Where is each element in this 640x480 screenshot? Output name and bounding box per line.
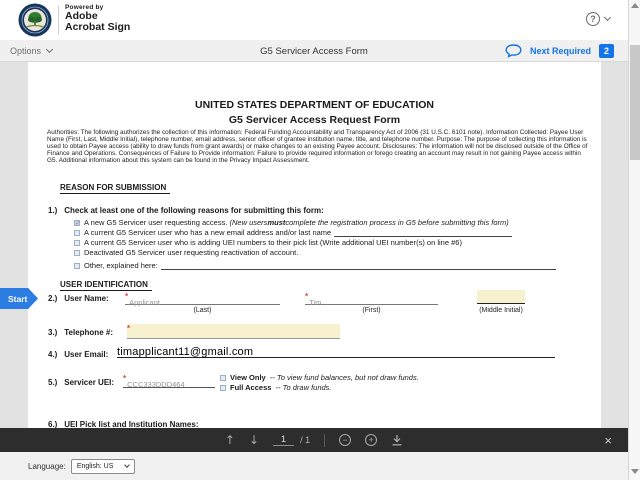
telephone-row-label: 3.) Telephone #: xyxy=(48,328,113,337)
reason-option-reactivation: Deactivated G5 Servicer user requesting … xyxy=(74,248,579,257)
checkbox-view-only[interactable] xyxy=(220,375,226,381)
reason-option-other: Other, explained here: xyxy=(74,261,556,270)
zoom-in-icon[interactable]: + xyxy=(365,434,378,446)
brand-divider xyxy=(58,5,59,35)
last-name-field[interactable]: *Applicant xyxy=(125,292,280,307)
first-caption: (First) xyxy=(362,307,381,314)
reason-option-new-user: A new G5 Servicer user requesting access… xyxy=(74,218,579,227)
chevron-down-icon xyxy=(603,13,612,22)
brand-acrobat-sign: Acrobat Sign xyxy=(65,21,131,33)
username-row-label: 2.) User Name: xyxy=(48,294,109,303)
language-select[interactable]: English: US xyxy=(70,458,135,474)
email-value: timapplicant11@gmail.com xyxy=(117,346,254,358)
last-name-blank-line[interactable] xyxy=(334,230,513,237)
scroll-up-arrow[interactable] xyxy=(631,3,639,11)
options-menu-button[interactable]: Options xyxy=(10,40,54,62)
next-required-button[interactable]: Next Required xyxy=(530,46,591,56)
checkbox-reactivation[interactable] xyxy=(74,250,80,256)
page-down-button[interactable]: ↓ xyxy=(249,433,259,447)
telephone-field[interactable]: * xyxy=(127,324,340,339)
required-count-badge: 2 xyxy=(599,44,614,58)
brand-text: Powered by Adobe Acrobat Sign xyxy=(65,4,130,33)
page-indicator: 1 / 1 xyxy=(273,434,310,446)
zoom-out-icon[interactable]: − xyxy=(339,434,352,446)
checkbox-other[interactable] xyxy=(74,263,80,269)
language-selected-value: English: US xyxy=(76,462,114,470)
pdf-toolbar: ↑ ↓ 1 / 1 − + × xyxy=(0,428,628,452)
page-total: / 1 xyxy=(300,435,311,445)
toolbar-separator xyxy=(324,433,326,447)
email-field[interactable]: timapplicant11@gmail.com xyxy=(117,342,555,358)
middle-initial-caption: (Middle Initial) xyxy=(479,307,523,314)
reason-section-heading: REASON FOR SUBMISSION xyxy=(60,183,171,194)
sign-toolbar: G5 Servicer Access Form Options Next Req… xyxy=(0,40,628,62)
scrollbar[interactable] xyxy=(628,0,640,480)
first-name-field[interactable]: *Tim xyxy=(305,292,438,307)
scroll-down-arrow[interactable] xyxy=(631,469,639,477)
authorities-paragraph: Authorities: The following authorizes th… xyxy=(47,129,588,164)
page-number-input[interactable]: 1 xyxy=(273,434,295,446)
close-icon[interactable]: × xyxy=(604,428,612,452)
checkbox-add-uei[interactable] xyxy=(74,240,80,246)
checkbox-new-email[interactable] xyxy=(74,230,80,236)
reason-option-add-uei: A current G5 Servicer user who is adding… xyxy=(74,238,579,247)
email-row-label: 4.) User Email: xyxy=(48,350,109,359)
full-access-option: Full Access -- To draw funds. xyxy=(220,383,332,392)
uei-row-label: 5.) Servicer UEI: xyxy=(48,378,115,387)
chevron-down-icon xyxy=(123,461,130,468)
servicer-uei-field[interactable]: *CCC333DDD464 xyxy=(123,374,215,389)
download-icon[interactable] xyxy=(391,434,403,446)
adobe-sign-window: Powered by Adobe Acrobat Sign ? G5 Servi… xyxy=(0,0,640,480)
other-explained-blank-line[interactable] xyxy=(160,263,556,270)
comment-bubble-icon[interactable] xyxy=(505,44,522,58)
app-header: Powered by Adobe Acrobat Sign ? xyxy=(0,0,628,40)
view-only-option: View Only -- To view fund balances, but … xyxy=(220,373,419,382)
form-page: UNITED STATES DEPARTMENT OF EDUCATION G5… xyxy=(28,62,601,429)
document-viewer: UNITED STATES DEPARTMENT OF EDUCATION G5… xyxy=(0,62,628,452)
checkbox-new-user[interactable] xyxy=(74,219,80,227)
chevron-down-icon xyxy=(45,45,54,54)
page-up-button[interactable]: ↑ xyxy=(225,433,235,447)
form-title-line1: UNITED STATES DEPARTMENT OF EDUCATION xyxy=(195,99,434,111)
scrollbar-thumb[interactable] xyxy=(630,45,640,160)
help-menu-button[interactable]: ? xyxy=(586,12,612,26)
language-bar: Language: English: US xyxy=(0,452,628,480)
checkbox-full-access[interactable] xyxy=(220,385,226,391)
last-caption: (Last) xyxy=(193,307,212,314)
language-label: Language: xyxy=(28,461,66,471)
question1-label: 1.) Check at least one of the following … xyxy=(48,206,324,215)
form-title-line2: G5 Servicer Access Request Form xyxy=(228,114,401,126)
question1-number: 1.) xyxy=(48,206,58,215)
user-identification-heading: USER IDENTIFICATION xyxy=(60,280,152,291)
options-label: Options xyxy=(10,46,42,56)
toolbar-right-group: Next Required 2 xyxy=(505,40,614,62)
help-icon[interactable]: ? xyxy=(586,12,600,26)
reason-option-new-email: A current G5 Servicer user who has a new… xyxy=(74,228,579,237)
dept-of-education-seal xyxy=(18,3,52,37)
middle-initial-field[interactable] xyxy=(477,290,525,304)
